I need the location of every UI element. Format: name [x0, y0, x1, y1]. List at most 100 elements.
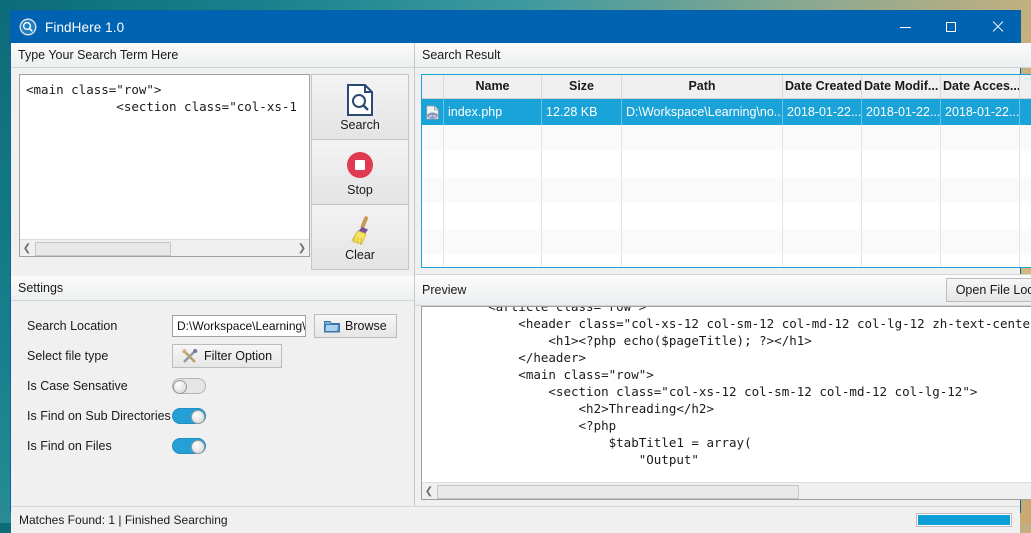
empty-cell — [941, 125, 1020, 151]
empty-cell — [941, 151, 1020, 177]
empty-cell — [422, 151, 444, 177]
table-row[interactable] — [422, 203, 1031, 229]
sub-directories-label: Is Find on Sub Directories — [27, 409, 171, 423]
preview-code[interactable]: <article class="row"> <header class="col… — [422, 307, 1031, 482]
close-button[interactable] — [974, 11, 1020, 43]
find-on-files-toggle[interactable] — [172, 438, 206, 454]
empty-cell — [1020, 125, 1031, 151]
search-location-input[interactable]: D:\Workspace\Learning\ — [172, 315, 306, 337]
empty-cell — [783, 229, 862, 255]
empty-cell — [542, 229, 622, 255]
table-row[interactable] — [422, 151, 1031, 177]
preview-pane: <article class="row"> <header class="col… — [421, 306, 1031, 500]
results-grid: Name Size Path Date Created Date Modif..… — [421, 74, 1031, 268]
file-type-row: Select file type Filter Option — [11, 341, 414, 371]
empty-cell — [444, 151, 542, 177]
tools-icon — [182, 348, 198, 363]
row-date-created: 2018-01-22... — [783, 99, 862, 125]
action-button-column: Search Stop Clear — [311, 74, 409, 270]
scroll-left-icon[interactable]: ❮ — [422, 486, 436, 497]
empty-cell — [941, 203, 1020, 229]
browse-button[interactable]: Browse — [314, 314, 397, 338]
right-pane: Search Result Name Size Path Date Create… — [414, 43, 1031, 506]
row-date-modified: 2018-01-22... — [862, 99, 941, 125]
case-sensitive-label: Is Case Sensative — [27, 379, 128, 393]
clear-button[interactable]: Clear — [311, 204, 409, 270]
column-header-name[interactable]: Name — [444, 75, 542, 98]
empty-cell — [444, 255, 542, 267]
hscroll-thumb[interactable] — [35, 242, 171, 256]
row-path: D:\Workspace\Learning\no... — [622, 99, 783, 125]
case-sensitive-toggle[interactable] — [172, 378, 206, 394]
search-result-header: Search Result — [415, 43, 1031, 68]
search-button[interactable]: Search — [311, 74, 409, 140]
open-file-location-button[interactable]: Open File Location — [945, 278, 1031, 302]
open-file-location-label: Open File Location — [955, 283, 1031, 297]
column-header-path[interactable]: Path — [622, 75, 783, 98]
column-header-size[interactable]: Size — [542, 75, 622, 98]
hscroll-thumb[interactable] — [437, 485, 799, 499]
file-type-label: Select file type — [27, 349, 109, 363]
empty-cell — [783, 255, 862, 267]
empty-cell — [422, 125, 444, 151]
empty-cell — [444, 125, 542, 151]
table-row[interactable]: php index.php 12.28 KB D:\Workspace\Lear… — [422, 99, 1031, 125]
search-location-row: Search Location D:\Workspace\Learning\ B… — [11, 311, 414, 341]
scroll-left-icon[interactable]: ❮ — [20, 243, 34, 254]
empty-cell — [862, 125, 941, 151]
minimize-button[interactable] — [882, 11, 928, 43]
search-term-hscrollbar[interactable]: ❮ ❯ — [20, 239, 309, 256]
browse-button-label: Browse — [345, 319, 387, 333]
title-bar: FindHere 1.0 — [11, 11, 1020, 43]
settings-body: Search Location D:\Workspace\Learning\ B… — [11, 301, 414, 461]
empty-cell — [542, 203, 622, 229]
filter-option-label: Filter Option — [204, 349, 273, 363]
maximize-button[interactable] — [928, 11, 974, 43]
search-area: <main class="row"> <section class="col-x… — [11, 68, 414, 270]
column-header-filler[interactable] — [1020, 75, 1031, 98]
table-row[interactable] — [422, 125, 1031, 151]
preview-hscrollbar[interactable]: ❮ ❯ — [422, 482, 1031, 499]
row-filler — [1020, 99, 1031, 125]
search-button-label: Search — [340, 117, 380, 132]
empty-cell — [1020, 151, 1031, 177]
table-row[interactable] — [422, 229, 1031, 255]
stop-button[interactable]: Stop — [311, 139, 409, 205]
scroll-right-icon[interactable]: ❯ — [295, 243, 309, 254]
empty-cell — [542, 151, 622, 177]
empty-cell — [1020, 177, 1031, 203]
empty-cell — [444, 177, 542, 203]
close-icon — [991, 21, 1003, 33]
empty-cell — [444, 203, 542, 229]
broom-icon — [345, 213, 375, 247]
php-file-icon: php — [426, 105, 439, 119]
column-header-icon[interactable] — [422, 75, 444, 98]
hscroll-track[interactable] — [34, 241, 295, 256]
window-title: FindHere 1.0 — [45, 19, 125, 35]
find-on-files-label: Is Find on Files — [27, 439, 112, 453]
table-row[interactable] — [422, 255, 1031, 267]
search-term-input[interactable]: <main class="row"> <section class="col-x… — [20, 75, 309, 239]
empty-cell — [862, 255, 941, 267]
table-row[interactable] — [422, 177, 1031, 203]
column-header-date-accessed[interactable]: Date Acces... — [941, 75, 1020, 98]
search-term-textbox[interactable]: <main class="row"> <section class="col-x… — [19, 74, 310, 257]
column-header-date-created[interactable]: Date Created — [783, 75, 862, 98]
column-header-date-modified[interactable]: Date Modif... — [862, 75, 941, 98]
empty-cell — [444, 229, 542, 255]
status-bar: Matches Found: 1 | Finished Searching — [11, 506, 1020, 533]
empty-cell — [622, 125, 783, 151]
case-sensitive-row: Is Case Sensative — [11, 371, 414, 401]
maximize-icon — [946, 22, 956, 32]
filter-option-button[interactable]: Filter Option — [172, 344, 283, 368]
folder-icon — [324, 321, 340, 333]
sub-directories-toggle[interactable] — [172, 408, 206, 424]
sub-directories-row: Is Find on Sub Directories — [11, 401, 414, 431]
svg-text:php: php — [429, 113, 437, 118]
hscroll-track[interactable] — [436, 484, 1031, 499]
empty-cell — [1020, 255, 1031, 267]
empty-cell — [862, 151, 941, 177]
empty-cell — [622, 177, 783, 203]
empty-cell — [622, 255, 783, 267]
stop-button-label: Stop — [347, 182, 373, 197]
